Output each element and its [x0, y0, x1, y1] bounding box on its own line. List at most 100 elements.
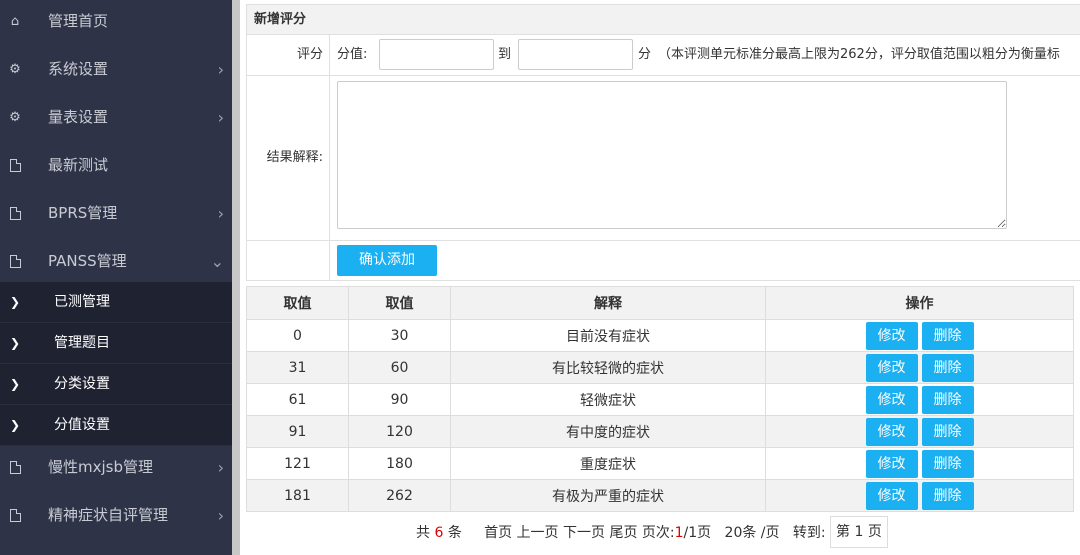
score-from-input[interactable]	[379, 39, 494, 70]
edit-button[interactable]: 修改	[865, 449, 918, 478]
delete-button[interactable]: 删除	[921, 417, 974, 446]
form-title: 新增评分	[254, 12, 307, 27]
sidebar-subitem-label: 分类设置	[54, 376, 110, 392]
sidebar-item[interactable]: 慢性mxjsb管理 ›	[0, 446, 232, 494]
gear-icon: ⚙	[9, 62, 21, 77]
sidebar-subitem-label: 已测管理	[54, 294, 110, 310]
sidebar-item-label: PANSS管理	[48, 252, 127, 270]
desc-cell: 重度症状	[450, 447, 766, 480]
chevron-right-icon: ›	[217, 108, 224, 127]
gear-icon: ⚙	[9, 110, 21, 125]
delete-button[interactable]: 删除	[921, 321, 974, 350]
next-page-link[interactable]: 下一页	[563, 525, 605, 541]
sidebar-subitem[interactable]: ❯ 分类设置	[0, 364, 232, 405]
sidebar-item-label: 量表设置	[48, 108, 109, 126]
desc-cell: 有极为严重的症状	[450, 479, 766, 512]
action-cell: 修改 删除	[765, 351, 1074, 384]
delete-button[interactable]: 删除	[921, 481, 974, 510]
sidebar-item-label: 最新测试	[48, 156, 109, 174]
score-label: 评分	[247, 35, 330, 75]
edit-button[interactable]: 修改	[865, 353, 918, 382]
home-icon: ⌂	[10, 14, 20, 29]
total-prefix: 共	[416, 525, 430, 541]
max-cell: 30	[348, 319, 451, 352]
page-label: 页次:	[641, 525, 675, 541]
pagination: 共 6 条 首页 上一页 下一页 尾页 页次:1/1页 20条 /页 转到: 第…	[416, 516, 888, 548]
sidebar-item[interactable]: BPRS管理 ›	[0, 192, 232, 240]
sidebar-item[interactable]: ⚙ 量表设置 ›	[0, 96, 232, 144]
chevron-down-icon: ⌄	[210, 252, 224, 271]
chevron-right-icon: ❯	[10, 336, 21, 350]
min-cell: 0	[246, 319, 349, 352]
min-cell: 31	[246, 351, 349, 384]
sidebar-item[interactable]: 精神症状自评管理 ›	[0, 494, 232, 542]
edit-button[interactable]: 修改	[865, 385, 918, 414]
chevron-right-icon: ›	[217, 60, 224, 79]
sidebar-item-label: 精神症状自评管理	[48, 506, 169, 524]
chevron-right-icon: ❯	[10, 377, 21, 391]
score-row: 评分 分值: 到 分 （本评测单元标准分最高上限为262分，评分取值范围以粗分为…	[246, 35, 1080, 76]
sidebar-subitem[interactable]: ❯ 分值设置	[0, 405, 232, 446]
max-cell: 90	[348, 383, 451, 416]
main-content: 新增评分 评分 分值: 到 分 （本评测单元标准分最高上限为262分，评分取值范…	[246, 0, 1080, 555]
delete-button[interactable]: 删除	[921, 449, 974, 478]
result-label: 结果解释:	[247, 76, 330, 240]
action-cell: 修改 删除	[765, 479, 1074, 512]
table-row: 61 90 轻微症状 修改 删除	[246, 383, 1074, 416]
chevron-right-icon: ›	[217, 204, 224, 223]
table-row: 0 30 目前没有症状 修改 删除	[246, 319, 1074, 352]
sidebar-subitem[interactable]: ❯ 管理题目	[0, 323, 232, 364]
sidebar-item[interactable]: ⌂ 管理首页	[0, 0, 232, 48]
table-row: 31 60 有比较轻微的症状 修改 删除	[246, 351, 1074, 384]
sidebar-item[interactable]: ⚙ 系统设置 ›	[0, 48, 232, 96]
current-page: 1	[674, 525, 684, 541]
delete-button[interactable]: 删除	[921, 385, 974, 414]
sidebar-item[interactable]: PANSS管理 ⌄	[0, 240, 232, 288]
sidebar-item[interactable]: 最新测试	[0, 144, 232, 192]
sidebar-subitem-label: 管理题目	[54, 335, 110, 351]
prev-page-link[interactable]: 上一页	[517, 525, 559, 541]
sidebar-subitem[interactable]: ❯ 已测管理	[0, 282, 232, 323]
table-header-row: 取值 取值 解释 操作	[246, 286, 1074, 320]
col-desc-header: 解释	[450, 286, 766, 320]
document-icon	[9, 254, 21, 268]
edit-button[interactable]: 修改	[865, 481, 918, 510]
desc-cell: 有中度的症状	[450, 415, 766, 448]
to-label: 到	[498, 47, 512, 62]
total-count: 6	[434, 525, 444, 541]
goto-label: 转到:	[792, 525, 826, 541]
document-icon	[9, 460, 21, 474]
edit-button[interactable]: 修改	[865, 321, 918, 350]
desc-cell: 轻微症状	[450, 383, 766, 416]
table-row: 181 262 有极为严重的症状 修改 删除	[246, 479, 1074, 512]
last-page-link[interactable]: 尾页	[609, 525, 637, 541]
score-hint: （本评测单元标准分最高上限为262分，评分取值范围以粗分为衡量标	[658, 47, 1060, 62]
min-cell: 121	[246, 447, 349, 480]
sidebar-item-label: 管理首页	[48, 12, 109, 30]
sidebar-item-label: 系统设置	[48, 60, 109, 78]
value-label: 分值:	[337, 47, 368, 62]
submit-label-cell	[247, 241, 330, 280]
sidebar-scrollbar[interactable]	[232, 0, 240, 555]
page-select[interactable]: 第 1 页	[830, 516, 888, 548]
edit-button[interactable]: 修改	[865, 417, 918, 446]
max-cell: 60	[348, 351, 451, 384]
col-min-header: 取值	[246, 286, 349, 320]
delete-button[interactable]: 删除	[921, 353, 974, 382]
desc-cell: 有比较轻微的症状	[450, 351, 766, 384]
chevron-right-icon: ›	[217, 506, 224, 525]
chevron-right-icon: ›	[217, 458, 224, 477]
min-cell: 181	[246, 479, 349, 512]
chevron-right-icon: ❯	[10, 295, 21, 309]
form-panel-header: 新增评分	[246, 4, 1080, 35]
score-to-input[interactable]	[518, 39, 633, 70]
result-textarea[interactable]	[337, 81, 1007, 229]
first-page-link[interactable]: 首页	[484, 525, 512, 541]
total-suffix: 条	[447, 525, 462, 541]
max-cell: 120	[348, 415, 451, 448]
sidebar: ⌂ 管理首页 ⚙ 系统设置 › ⚙ 量表设置 › 最新测试 BPRS管理 › PANSS管理 ⌄ ❯ 已测管…	[0, 0, 232, 555]
document-icon	[9, 508, 21, 522]
table-row: 91 120 有中度的症状 修改 删除	[246, 415, 1074, 448]
confirm-add-button[interactable]: 确认添加	[337, 245, 437, 276]
desc-cell: 目前没有症状	[450, 319, 766, 352]
